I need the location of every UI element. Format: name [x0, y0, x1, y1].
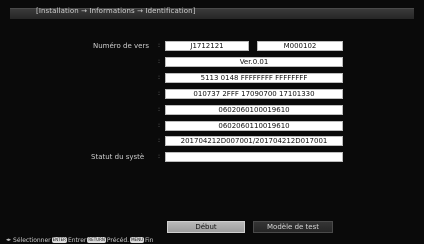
version-label: Numéro de vers — [93, 42, 149, 50]
menu-key-icon: MENU — [130, 237, 144, 243]
info-field-3: 5113 0148 FFFFFFFF FFFFFFFF — [165, 73, 343, 83]
info-field-2: Ver.0.01 — [165, 57, 343, 67]
version-field-a: J1712121 — [165, 41, 249, 51]
arrow-keys-icon: ◂▸ — [6, 237, 12, 243]
version-field-b: M000102 — [257, 41, 343, 51]
return-key-icon: RETURN — [87, 237, 106, 243]
row-dots: : — [158, 122, 161, 129]
status-field — [165, 152, 343, 162]
prev-hint: Précéd. — [106, 236, 130, 244]
test-pattern-button[interactable]: Modèle de test — [253, 221, 333, 233]
info-field-5: 0602060100019610 — [165, 105, 343, 115]
row-dots: : — [158, 74, 161, 81]
row-dots: : — [158, 106, 161, 113]
row-dots: : — [158, 137, 161, 144]
status-label: Statut du systè — [91, 153, 145, 161]
enter-key-icon: ENTER — [51, 237, 67, 243]
row-dots: : — [158, 90, 161, 97]
start-button[interactable]: Début — [167, 221, 245, 233]
info-field-6: 0602060110019610 — [165, 121, 343, 131]
end-hint: Fin — [145, 236, 154, 244]
screen: [Installation → Informations → Identific… — [0, 0, 424, 244]
info-field-7: 201704212D007001/201704212D017001 — [165, 136, 343, 146]
enter-hint: Entrer — [67, 236, 87, 244]
row-dots: : — [158, 153, 161, 160]
footer-help: ◂▸ Sélectionner ENTER Entrer RETURN Préc… — [6, 236, 153, 244]
row-dots: : — [158, 42, 161, 49]
select-hint: Sélectionner — [13, 236, 51, 244]
row-dots: : — [158, 58, 161, 65]
info-field-4: 010737 2FFF 17090700 17101330 — [165, 89, 343, 99]
breadcrumb: [Installation → Informations → Identific… — [36, 7, 196, 15]
